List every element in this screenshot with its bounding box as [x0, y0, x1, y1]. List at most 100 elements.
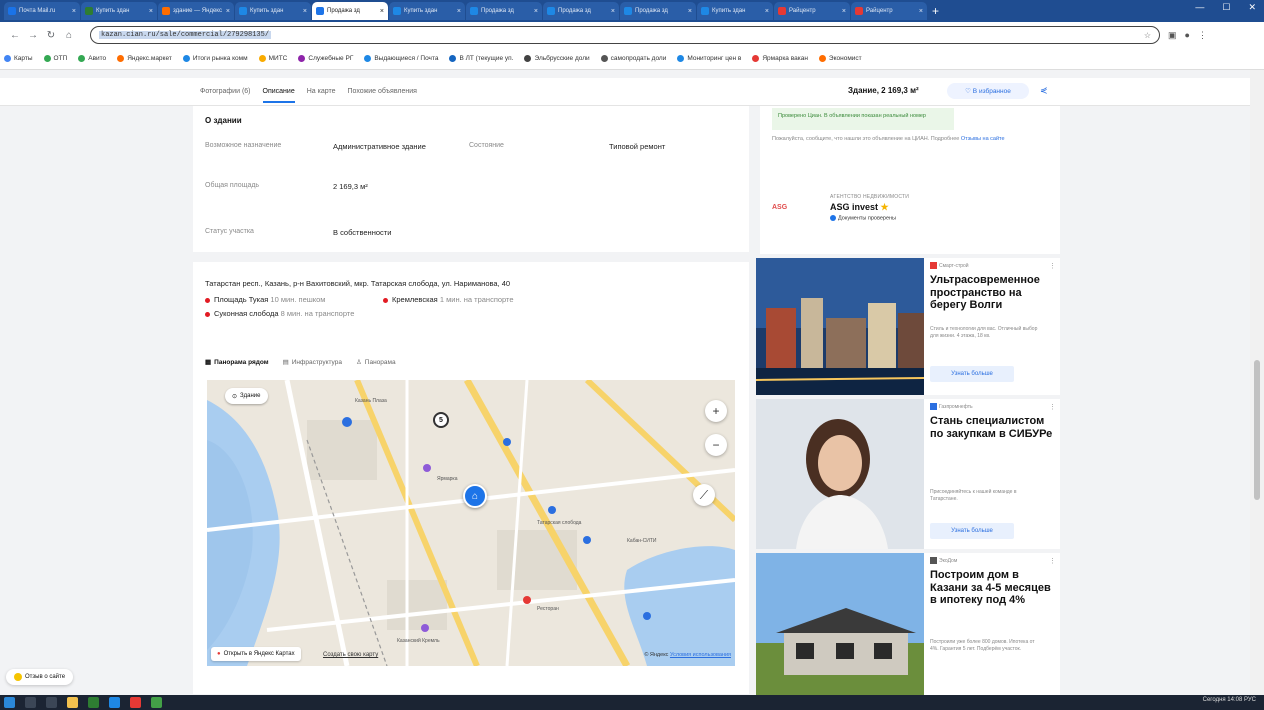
more-icon[interactable]: ⋮	[1049, 557, 1056, 565]
browser-tab[interactable]: Почта Mail.ru ×	[4, 2, 80, 20]
menu-icon[interactable]: ⋮	[1198, 30, 1207, 41]
close-icon[interactable]: ×	[609, 8, 615, 15]
agency-card[interactable]: ASG АГЕНТСТВО НЕДВИЖИМОСТИ ASG invest ★ …	[772, 190, 1048, 228]
minimize-icon[interactable]: —	[1195, 2, 1204, 13]
new-tab-icon[interactable]: +	[932, 4, 939, 18]
close-icon[interactable]: ×	[840, 8, 846, 15]
listing-tab[interactable]: Фотографии (6)	[200, 88, 251, 103]
share-icon[interactable]: ⋞	[1040, 85, 1048, 96]
more-icon[interactable]: ⋮	[1049, 403, 1056, 411]
browser-tab[interactable]: Купить здан ×	[697, 2, 773, 20]
ad-image	[756, 258, 924, 395]
bookmark-item[interactable]: Эльбрусские доли	[524, 55, 590, 62]
metro-station[interactable]: Кремлевская 1 мин. на транспорте	[383, 295, 514, 304]
favorite-button[interactable]: ♡ В избранное	[947, 83, 1029, 99]
bookmark-item[interactable]: Итоги рынка комм	[182, 55, 248, 62]
mail-icon[interactable]	[109, 697, 120, 708]
close-icon[interactable]: ×	[532, 8, 538, 15]
close-icon[interactable]: ×	[70, 8, 76, 15]
taskview-icon[interactable]	[46, 697, 57, 708]
terms-link[interactable]: Условия использования	[670, 652, 731, 658]
bookmark-item[interactable]: самопродать доли	[600, 55, 666, 62]
forward-icon[interactable]: →	[26, 30, 40, 41]
create-map-link[interactable]: Создать свою карту	[323, 652, 378, 658]
ad-learn-more-button[interactable]: Узнать больше	[930, 366, 1014, 382]
bookmark-item[interactable]: Карты	[4, 55, 33, 62]
bookmark-item[interactable]: Ярмарка вакан	[752, 55, 808, 62]
bookmark-star-icon[interactable]: ☆	[1144, 31, 1151, 40]
browser-tab[interactable]: Продажа зд ×	[312, 2, 388, 20]
map-view[interactable]: ⊙ Здание 5 ⌂ + − ⟋ Казань Плаза Татарская…	[207, 380, 735, 666]
browser-tab[interactable]: Купить здан ×	[389, 2, 465, 20]
close-icon[interactable]: ×	[455, 8, 461, 15]
ad-card[interactable]: Смарт-строй Ультрасовременное пространст…	[756, 258, 1060, 395]
bookmark-item[interactable]: Экономист	[818, 55, 862, 62]
app-icon[interactable]	[151, 697, 162, 708]
report-note-link[interactable]: Отзывы на сайте	[961, 136, 1005, 142]
close-icon[interactable]: ×	[917, 8, 923, 15]
browser-tab[interactable]: Купить здан ×	[235, 2, 311, 20]
browser-tab[interactable]: Продажа зд ×	[543, 2, 619, 20]
listing-tab[interactable]: Описание	[262, 88, 295, 103]
close-icon[interactable]: ×	[763, 8, 769, 15]
ruler-button[interactable]: ⟋	[693, 484, 715, 506]
page-scrollbar[interactable]	[1250, 70, 1264, 695]
metro-name: Площадь Тукая	[214, 295, 269, 304]
more-icon[interactable]: ⋮	[1049, 262, 1056, 270]
map-building-chip[interactable]: ⊙ Здание	[225, 388, 268, 404]
extension-icon[interactable]: ▣	[1168, 30, 1177, 41]
close-icon[interactable]: ×	[147, 8, 153, 15]
bookmark-favicon	[752, 55, 760, 62]
feedback-button[interactable]: Отзыв о сайте	[6, 669, 74, 685]
profile-icon[interactable]: ●	[1185, 30, 1190, 41]
close-icon[interactable]: ×	[301, 8, 307, 15]
bookmark-item[interactable]: ОТП	[43, 55, 67, 62]
tab-favicon	[162, 7, 170, 15]
ad-card[interactable]: ЭкоДом Построим дом в Казани за 4-5 меся…	[756, 553, 1060, 695]
map-cluster-marker[interactable]: 5	[433, 412, 449, 428]
close-window-icon[interactable]: ✕	[1248, 2, 1256, 13]
metro-station[interactable]: Площадь Тукая 10 мин. пешком	[205, 295, 325, 304]
close-icon[interactable]: ×	[224, 8, 230, 15]
bookmark-favicon	[4, 55, 11, 62]
search-icon[interactable]	[25, 697, 36, 708]
bookmark-item[interactable]: МИТС	[258, 55, 287, 62]
listing-tab[interactable]: Похожие объявления	[348, 88, 417, 103]
browser-tab[interactable]: Купить здан ×	[81, 2, 157, 20]
url-field[interactable]: kazan.cian.ru/sale/commercial/279298135/…	[90, 26, 1160, 44]
explorer-icon[interactable]	[67, 697, 78, 708]
maximize-icon[interactable]: ☐	[1222, 2, 1230, 13]
bookmark-item[interactable]: Мониторинг цен в	[677, 55, 741, 62]
browser-tab[interactable]: Райцентр ×	[774, 2, 850, 20]
ad-card[interactable]: Газпромнефть Стань специалистом по закуп…	[756, 399, 1060, 549]
browser-tab[interactable]: Продажа зд ×	[466, 2, 542, 20]
chrome-icon[interactable]	[130, 697, 141, 708]
browser-tab[interactable]: здание — Яндекс ×	[158, 2, 234, 20]
bookmark-item[interactable]: Яндекс.маркет	[117, 55, 172, 62]
map-object-pin[interactable]: ⌂	[463, 484, 487, 508]
back-icon[interactable]: ←	[8, 30, 22, 41]
start-icon[interactable]	[4, 697, 15, 708]
map-tab-panorama[interactable]: ♙ Панорама	[356, 358, 396, 366]
ad-learn-more-button[interactable]: Узнать больше	[930, 523, 1014, 539]
browser-tab[interactable]: Райцентр ×	[851, 2, 927, 20]
map-tab-label: Панорама рядом	[214, 359, 269, 366]
reload-icon[interactable]: ↻	[44, 30, 58, 41]
scrollbar-thumb[interactable]	[1254, 360, 1260, 500]
home-icon[interactable]: ⌂	[62, 30, 76, 41]
bookmark-item[interactable]: Выдающиеся / Почта	[364, 55, 438, 62]
browser-tab[interactable]: Продажа зд ×	[620, 2, 696, 20]
bookmark-item[interactable]: Служебные РГ	[298, 55, 353, 62]
close-icon[interactable]: ×	[378, 8, 384, 15]
open-in-yandex-button[interactable]: ● Открыть в Яндекс Картах	[211, 647, 301, 661]
bookmark-item[interactable]: В ЛТ (текущие уп.	[449, 55, 513, 62]
close-icon[interactable]: ×	[686, 8, 692, 15]
metro-station[interactable]: Суконная слобода 8 мин. на транспорте	[205, 309, 354, 318]
map-tab-infrastructure[interactable]: ▤ Инфраструктура	[283, 358, 342, 366]
app-icon[interactable]	[88, 697, 99, 708]
map-tab-panorama-nearby[interactable]: ▦ Панорама рядом	[205, 358, 269, 366]
bookmark-item[interactable]: Авито	[78, 55, 106, 62]
zoom-out-button[interactable]: −	[705, 434, 727, 456]
listing-tab[interactable]: На карте	[307, 88, 336, 103]
zoom-in-button[interactable]: +	[705, 400, 727, 422]
